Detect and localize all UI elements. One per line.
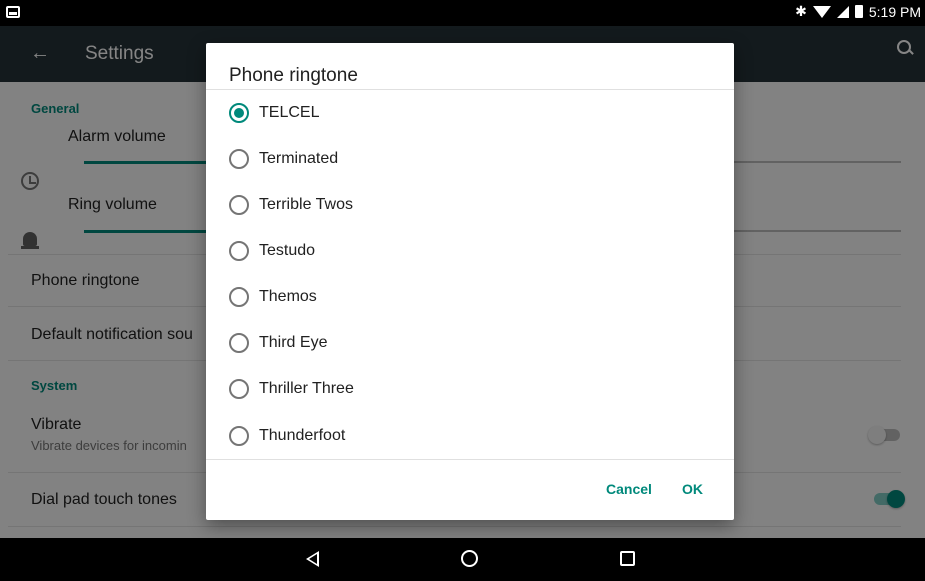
ringtone-option-thunderfoot[interactable]: Thunderfoot — [229, 416, 709, 456]
status-bar: ✱ 5:19 PM — [0, 0, 925, 26]
ringtone-option-terminated[interactable]: Terminated — [229, 139, 709, 179]
ringtone-option-themos[interactable]: Themos — [229, 277, 709, 317]
ringtone-option-telcel[interactable]: TELCEL — [229, 93, 709, 133]
bluetooth-icon: ✱ — [795, 3, 807, 19]
dialog-divider — [206, 89, 734, 90]
wifi-icon — [812, 5, 831, 18]
ok-button[interactable]: OK — [682, 481, 703, 497]
option-label: Themos — [259, 288, 317, 305]
radio-unchecked-icon[interactable] — [229, 287, 249, 307]
option-label: Third Eye — [259, 334, 328, 351]
option-label: TELCEL — [259, 104, 320, 121]
dialog-title: Phone ringtone — [229, 65, 358, 86]
option-label: Testudo — [259, 242, 316, 259]
option-label: Thriller Three — [259, 380, 354, 397]
navigation-bar — [0, 538, 925, 581]
radio-unchecked-icon[interactable] — [229, 426, 249, 446]
status-time: 5:19 PM — [868, 3, 921, 20]
phone-ringtone-dialog: Phone ringtone TELCEL Terminated Terribl… — [206, 43, 734, 520]
cancel-button[interactable]: Cancel — [606, 481, 652, 497]
screenshot-icon — [6, 6, 20, 18]
signal-icon — [836, 5, 849, 18]
radio-unchecked-icon[interactable] — [229, 195, 249, 215]
radio-unchecked-icon[interactable] — [229, 241, 249, 261]
ringtone-option-testudo[interactable]: Testudo — [229, 231, 709, 271]
recents-nav-icon[interactable] — [620, 551, 635, 566]
ringtone-option-terrible-twos[interactable]: Terrible Twos — [229, 185, 709, 225]
home-nav-icon[interactable] — [461, 550, 478, 567]
ringtone-option-third-eye[interactable]: Third Eye — [229, 323, 709, 363]
ringtone-option-thriller-three[interactable]: Thriller Three — [229, 369, 709, 409]
back-nav-icon[interactable] — [306, 551, 319, 567]
option-label: Thunderfoot — [259, 427, 346, 444]
battery-icon — [854, 5, 863, 18]
radio-checked-icon[interactable] — [229, 103, 249, 123]
option-label: Terrible Twos — [259, 196, 353, 213]
dialog-divider — [206, 459, 734, 460]
radio-unchecked-icon[interactable] — [229, 379, 249, 399]
radio-unchecked-icon[interactable] — [229, 333, 249, 353]
status-icons: ✱ 5:19 PM — [795, 3, 921, 20]
option-label: Terminated — [259, 150, 339, 167]
radio-unchecked-icon[interactable] — [229, 149, 249, 169]
